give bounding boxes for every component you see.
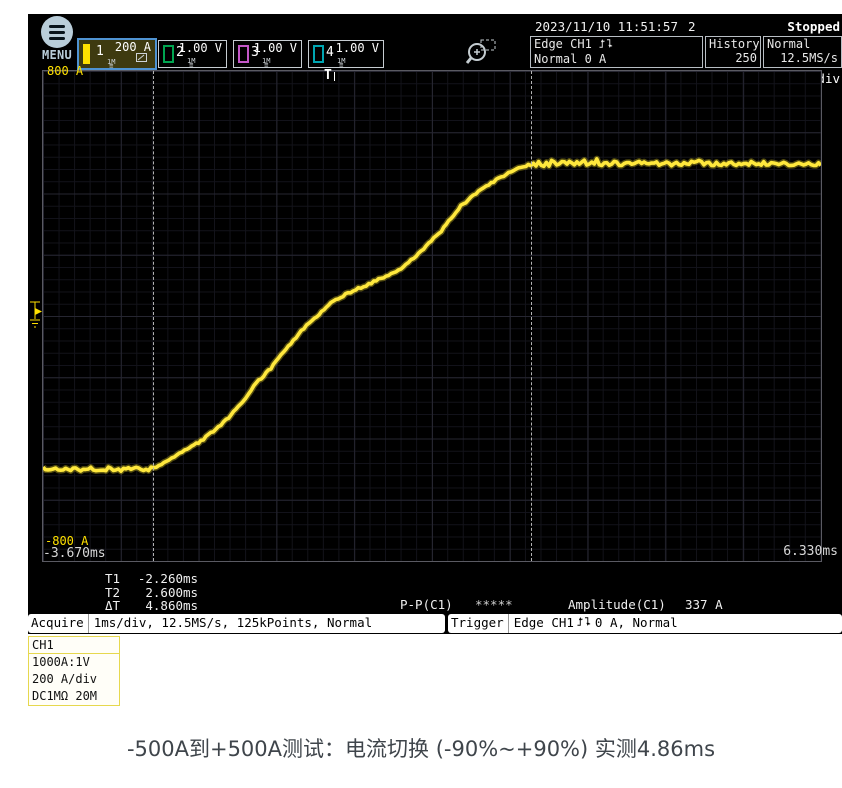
cursor-readout: T1-2.260ms T22.600ms ΔT4.860ms bbox=[105, 572, 198, 613]
ch1-info-panel: CH1 1000A:1V 200 A/div DC1MΩ 20M bbox=[28, 636, 120, 706]
channel-2-box[interactable]: 2 1.00 V 1M≡ bbox=[158, 40, 227, 68]
trigger-settings-pre: Edge CH1 bbox=[514, 616, 574, 630]
acquisition-count: 2 bbox=[688, 20, 696, 34]
edge-both-icon bbox=[577, 616, 592, 630]
waveform-graticule: T bbox=[42, 70, 822, 562]
history-box[interactable]: History 250 bbox=[705, 36, 761, 68]
ch1-coupling-bandwidth: DC1MΩ 20M bbox=[29, 688, 119, 705]
edge-both-icon bbox=[599, 38, 614, 53]
channel-1-coupling-icon: 1M≡ bbox=[107, 60, 115, 68]
screenshot-page: MENU 1 200 A 1M≡ 2 1.00 V 1M≡ 3 1.00 V 1… bbox=[0, 0, 842, 788]
channel-4-coupling-icon: 1M≡ bbox=[337, 59, 345, 67]
acquire-label: Acquire bbox=[28, 614, 89, 633]
trigger-level-marker-icon[interactable] bbox=[28, 299, 44, 333]
sample-rate: 12.5MS/s bbox=[767, 52, 838, 66]
ch1-probe-ratio: 1000A:1V bbox=[29, 654, 119, 671]
cursor-t2[interactable] bbox=[531, 71, 532, 561]
menu-label: MENU bbox=[32, 49, 82, 63]
history-label: History bbox=[709, 38, 757, 52]
ch1-scale: 200 A/div bbox=[29, 671, 119, 688]
cursor-t1[interactable] bbox=[153, 71, 154, 561]
amplitude-measure-value: 337 A bbox=[685, 598, 723, 612]
channel-3-box[interactable]: 3 1.00 V 1M≡ bbox=[233, 40, 302, 68]
top-amplitude-label: 800 A bbox=[47, 65, 83, 79]
acquire-status-bar[interactable]: Acquire 1ms/div, 12.5MS/s, 125kPoints, N… bbox=[28, 614, 445, 633]
channel-1-box[interactable]: 1 200 A 1M≡ bbox=[77, 38, 157, 70]
run-state: Stopped bbox=[787, 20, 840, 34]
trigger-type: Edge CH1 bbox=[534, 37, 592, 51]
acquire-settings-text: 1ms/div, 12.5MS/s, 125kPoints, Normal bbox=[89, 616, 372, 630]
channel-3-coupling-icon: 1M≡ bbox=[262, 59, 270, 67]
history-count: 250 bbox=[709, 52, 757, 66]
trigger-label: Trigger bbox=[448, 614, 509, 633]
right-time-label: 6.330ms bbox=[783, 545, 838, 560]
datetime: 2023/11/10 11:51:57 bbox=[535, 20, 678, 34]
probe-icon bbox=[136, 48, 147, 66]
trigger-settings-box[interactable]: Edge CH1 Normal 0 A bbox=[530, 36, 703, 68]
menu-button[interactable]: MENU bbox=[32, 15, 82, 63]
channel-2-scale: 1.00 V bbox=[179, 42, 222, 56]
trigger-status-bar[interactable]: Trigger Edge CH1 0 A, Normal bbox=[448, 614, 842, 633]
left-time-label: -3.670ms bbox=[43, 547, 106, 562]
test-result-caption: -500A到+500A测试：电流切换 (-90%~+90%) 实测4.86ms bbox=[0, 733, 842, 763]
record-mode-box[interactable]: Normal 12.5MS/s bbox=[763, 36, 842, 68]
delta-t-value: 4.860ms bbox=[120, 599, 198, 613]
amplitude-measure-label: Amplitude(C1) bbox=[568, 598, 666, 612]
channel-4-scale: 1.00 V bbox=[336, 42, 379, 56]
oscilloscope-screen: MENU 1 200 A 1M≡ 2 1.00 V 1M≡ 3 1.00 V 1… bbox=[28, 14, 842, 634]
ch1-info-title: CH1 bbox=[29, 637, 119, 654]
trigger-settings-post: 0 A, Normal bbox=[595, 616, 678, 630]
zoom-search-icon[interactable] bbox=[464, 39, 498, 71]
channel-2-coupling-icon: 1M≡ bbox=[187, 59, 195, 67]
ch1-waveform-trace bbox=[43, 71, 821, 561]
trigger-position-marker[interactable]: T bbox=[324, 69, 332, 84]
pp-measure-label: P-P(C1) bbox=[400, 598, 453, 612]
pp-measure-value: ***** bbox=[475, 598, 513, 612]
channel-4-number: 4 bbox=[326, 46, 334, 61]
channel-4-color-bar bbox=[313, 45, 324, 63]
record-mode-label: Normal bbox=[767, 38, 838, 52]
channel-3-scale: 1.00 V bbox=[254, 42, 297, 56]
trigger-mode-level: Normal 0 A bbox=[534, 53, 699, 67]
channel-1-number: 1 bbox=[96, 45, 104, 60]
channel-3-color-bar bbox=[238, 45, 249, 63]
hamburger-menu-icon bbox=[41, 16, 73, 48]
channel-2-color-bar bbox=[163, 45, 174, 63]
channel-1-color-bar bbox=[83, 44, 90, 64]
channel-4-box[interactable]: 4 1.00 V 1M≡ bbox=[308, 40, 384, 68]
